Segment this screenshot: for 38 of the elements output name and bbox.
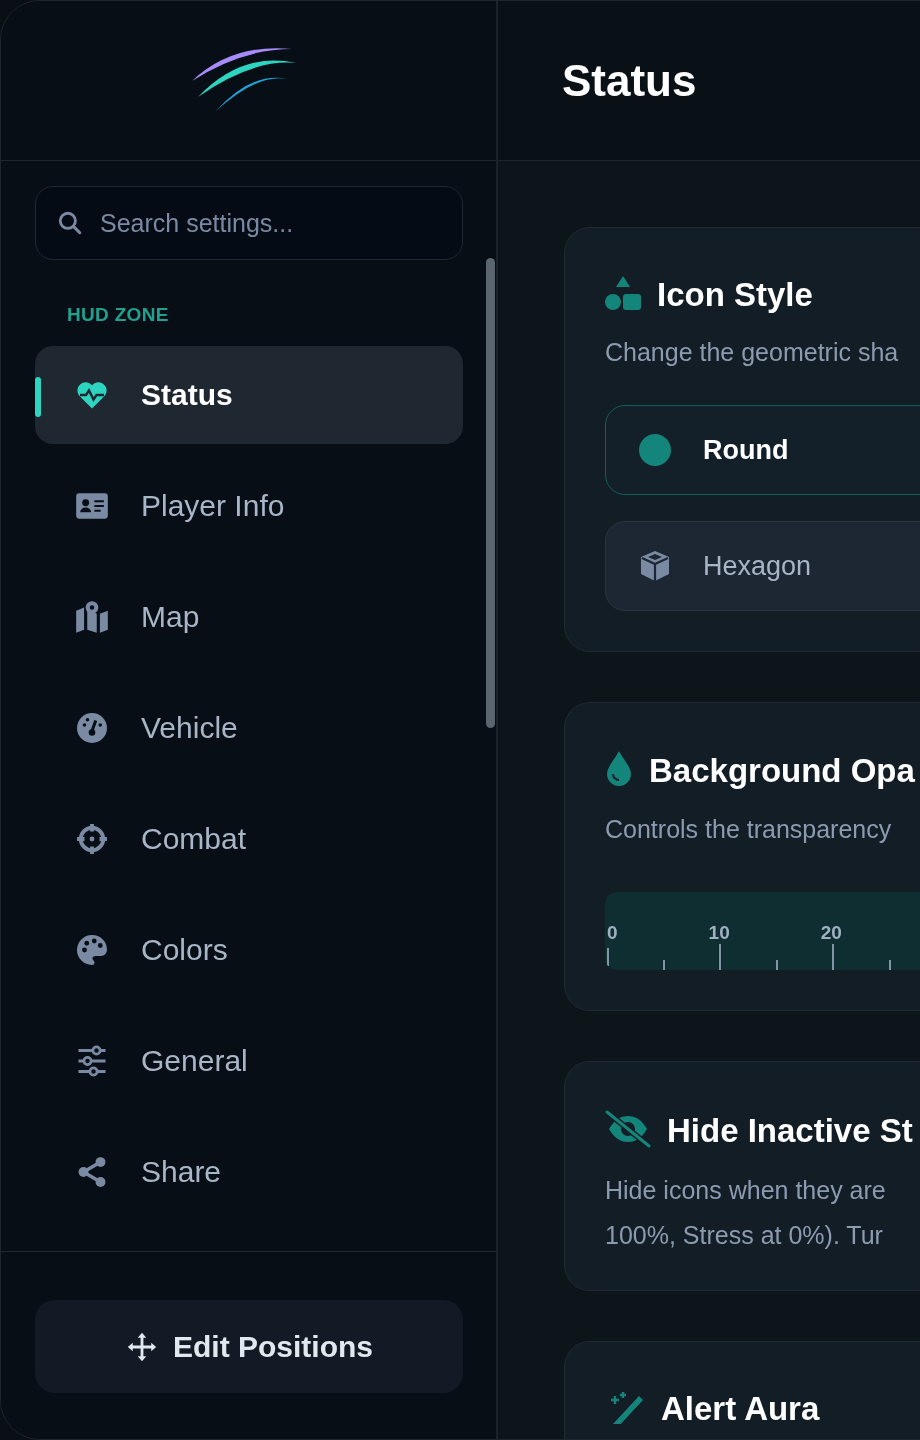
card-title: Icon Style [657, 276, 813, 314]
cube-icon [639, 550, 671, 582]
gauge-icon [74, 710, 110, 746]
crosshair-icon [74, 821, 110, 857]
card-description: 100%, Stress at 0%). Tur [605, 1221, 884, 1250]
section-label: HUD ZONE [67, 304, 170, 326]
tick-label: 20 [820, 922, 842, 944]
scrollbar[interactable] [486, 258, 495, 728]
tick-label: 0 [607, 922, 618, 944]
nav-item[interactable]: General [35, 1012, 463, 1110]
card-description: Controls the transparency [605, 815, 893, 844]
card-description: Change the geometric sha [605, 338, 900, 367]
eye-slash-icon [605, 1110, 651, 1148]
search-field[interactable]: Search settings... [35, 186, 463, 260]
map-pin-icon [73, 598, 111, 636]
nav-item[interactable]: Share [35, 1123, 463, 1221]
search-icon [57, 210, 83, 236]
nav-item[interactable]: Map [35, 568, 463, 666]
shapes-icon [605, 276, 641, 310]
shape-option[interactable]: Hexagon [605, 521, 920, 611]
card-title: Background Opa [649, 752, 915, 790]
nav-item[interactable]: Combat [35, 790, 463, 888]
nav-item[interactable]: Colors [35, 901, 463, 999]
card-title: Hide Inactive St [667, 1112, 913, 1150]
card-title: Alert Aura [661, 1390, 820, 1428]
page-title: Status [562, 55, 697, 106]
nav-item[interactable]: Player Info [35, 457, 463, 555]
droplet-icon [605, 751, 633, 787]
edit-positions-button[interactable]: Edit Positions [35, 1300, 463, 1393]
opacity-slider[interactable]: 0 10 20 [605, 892, 920, 970]
shape-option[interactable]: Round [605, 405, 920, 495]
palette-icon [74, 932, 110, 968]
active-indicator [35, 377, 41, 417]
tick-label: 10 [708, 922, 730, 944]
card-description: Hide icons when they are [605, 1176, 887, 1205]
nav-item[interactable]: Status [35, 346, 463, 444]
circle-icon [639, 434, 671, 466]
nav-item[interactable]: Vehicle [35, 679, 463, 777]
